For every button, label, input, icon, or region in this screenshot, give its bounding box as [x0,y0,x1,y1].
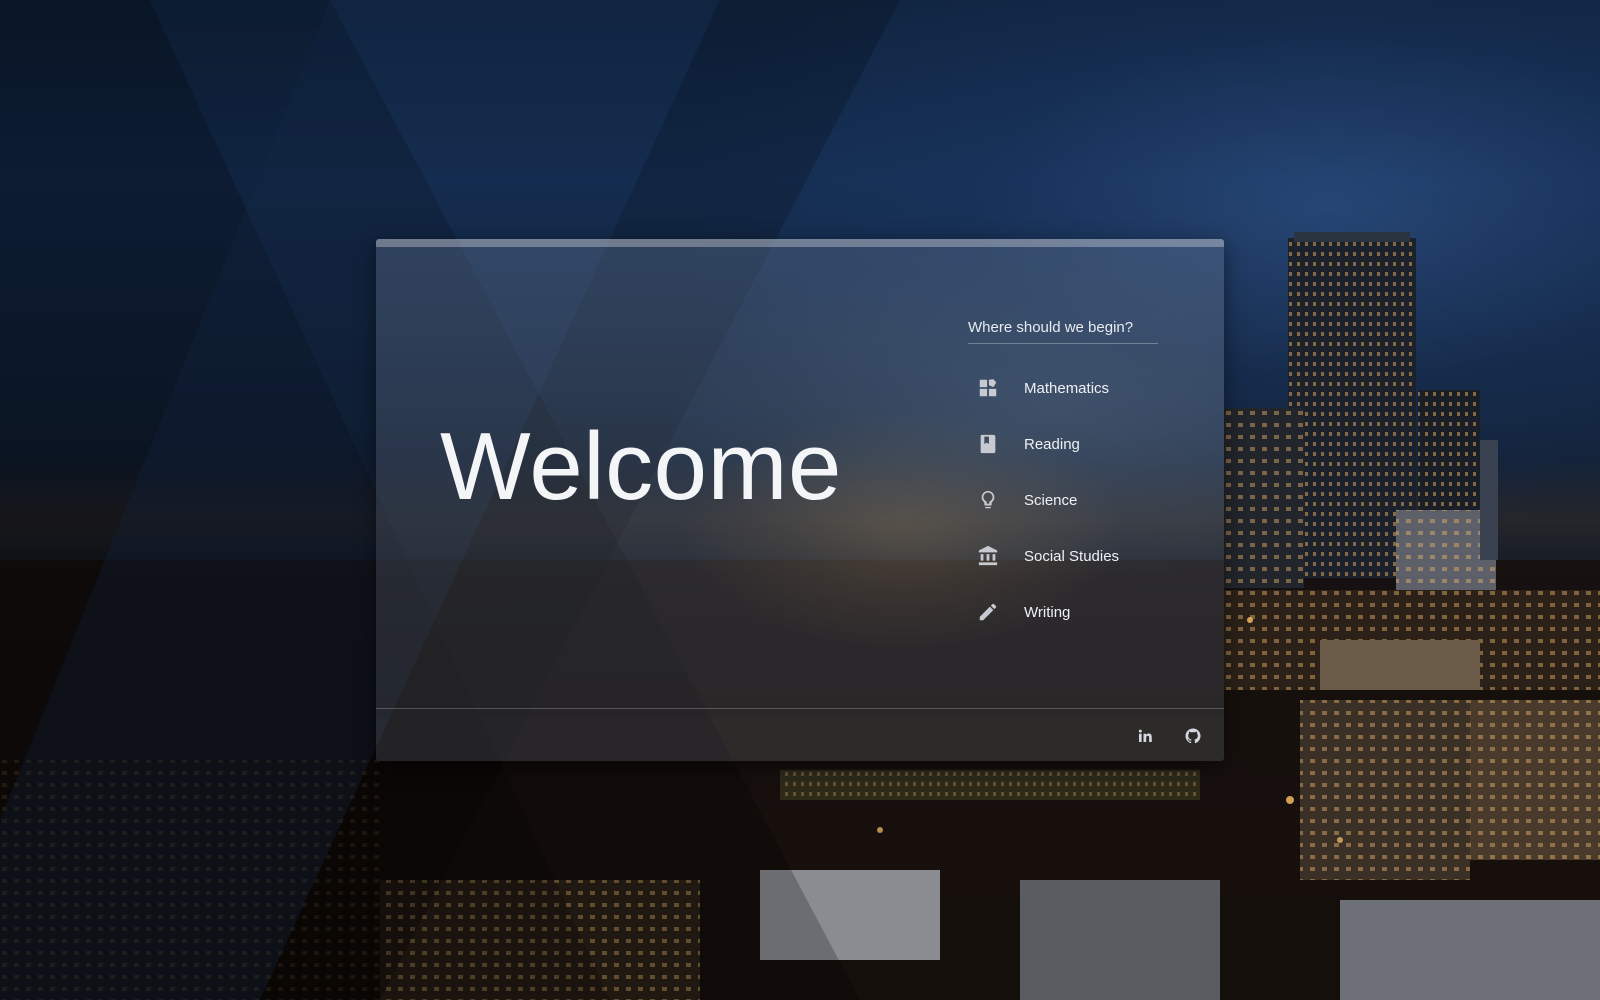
menu-item-writing[interactable]: Writing [968,584,1158,640]
welcome-heading: Welcome [440,413,842,520]
bank-icon [976,544,1000,568]
menu-item-reading[interactable]: Reading [968,416,1158,472]
book-icon [976,432,1000,456]
menu-item-label: Reading [1024,435,1080,453]
menu-item-mathematics[interactable]: Mathematics [968,360,1158,416]
menu-item-label: Science [1024,491,1078,509]
subject-menu: Where should we begin? Mathematics Readi… [968,319,1158,640]
welcome-card: Welcome Where should we begin? Mathemati… [376,239,1224,761]
menu-item-social-studies[interactable]: Social Studies [968,528,1158,584]
menu-item-label: Writing [1024,603,1071,621]
card-divider [376,708,1224,709]
menu-item-label: Social Studies [1024,547,1120,565]
pencil-icon [976,600,1000,624]
background-stage: Welcome Where should we begin? Mathemati… [0,0,1600,1000]
card-top-bar [376,239,1224,247]
menu-title: Where should we begin? [968,319,1158,344]
social-links [1134,725,1204,747]
menu-item-science[interactable]: Science [968,472,1158,528]
github-icon[interactable] [1182,725,1204,747]
linkedin-icon[interactable] [1134,725,1156,747]
widgets-icon [976,376,1000,400]
lightbulb-icon [976,488,1000,512]
menu-item-label: Mathematics [1024,379,1110,397]
